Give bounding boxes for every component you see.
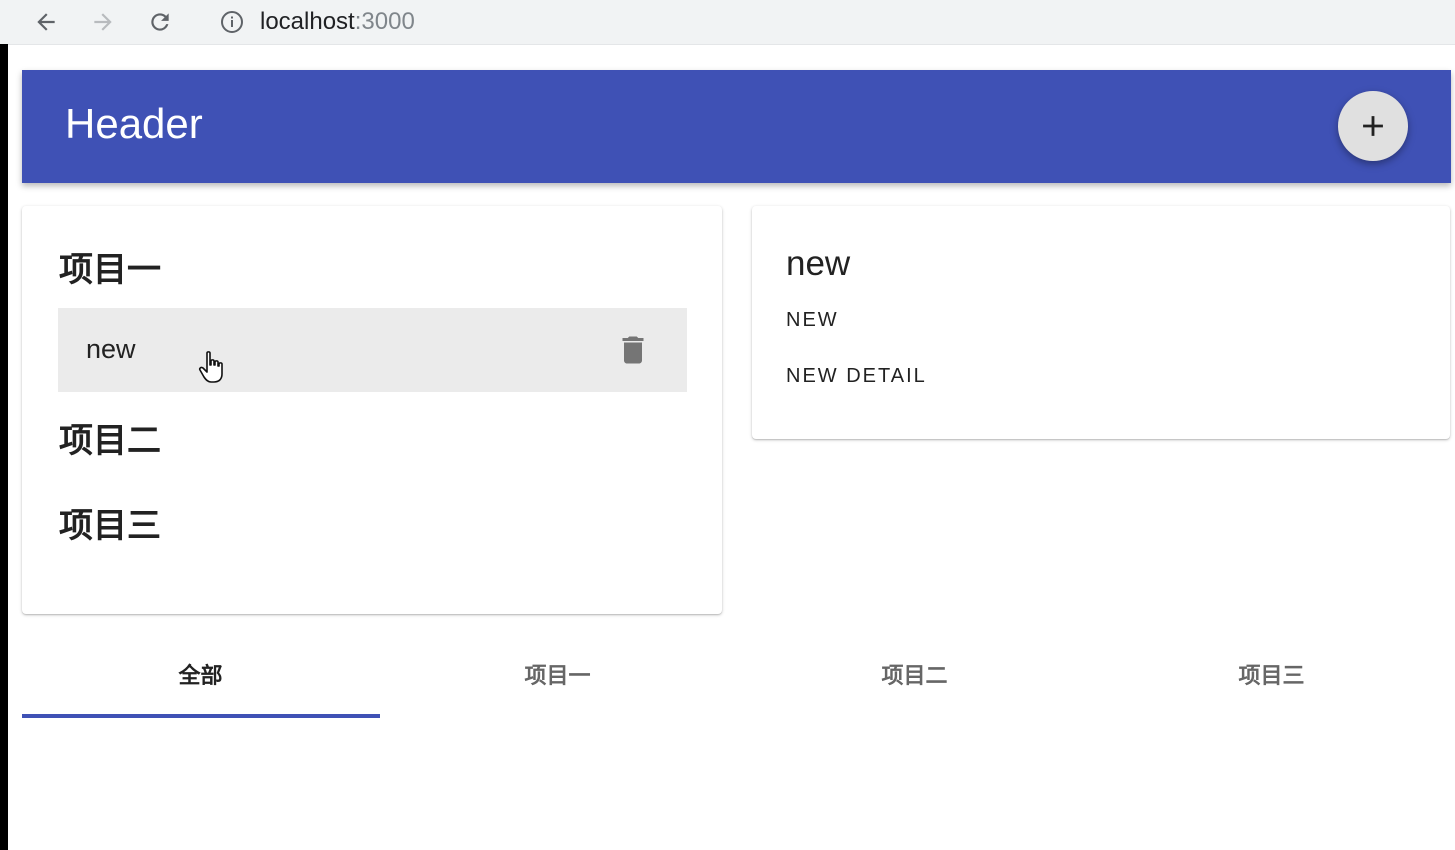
app-header: Header [22,70,1451,183]
delete-button[interactable] [611,328,655,372]
detail-title: new [786,244,851,283]
tab-all[interactable]: 全部 [22,632,379,716]
forward-arrow-icon[interactable] [87,6,119,38]
active-tab-indicator [22,714,380,718]
plus-icon [1363,116,1383,136]
category-heading-3: 项目三 [59,506,161,546]
new-detail-button[interactable]: NEW DETAIL [786,365,927,388]
hand-pointer-icon [198,351,223,383]
todo-item[interactable]: new [58,308,687,392]
back-arrow-icon[interactable] [30,6,62,38]
url-host: localhost [260,8,355,35]
todo-item-text: new [86,334,136,364]
add-button[interactable] [1338,91,1408,161]
url-text: localhost:3000 [260,8,415,36]
tab-project-2[interactable]: 项目二 [736,632,1093,716]
category-heading-2: 项目二 [59,421,161,461]
browser-toolbar: localhost:3000 [0,0,1455,45]
tab-project-3[interactable]: 项目三 [1093,632,1450,716]
new-button[interactable]: NEW [786,309,839,332]
tab-project-1[interactable]: 项目一 [379,632,736,716]
filter-tabs: 全部 项目一 项目二 项目三 [22,632,1451,718]
reload-icon[interactable] [144,6,176,38]
info-icon[interactable] [220,10,244,34]
window-edge [0,44,8,850]
todo-list-card: 项目一 new 项目二 项目三 [22,206,722,614]
header-title: Header [65,100,203,147]
url-port: :3000 [354,8,415,35]
address-bar[interactable]: localhost:3000 [200,0,1455,44]
trash-icon [622,336,644,364]
detail-card: new NEW NEW DETAIL [752,206,1450,439]
category-heading-1: 项目一 [59,250,161,290]
